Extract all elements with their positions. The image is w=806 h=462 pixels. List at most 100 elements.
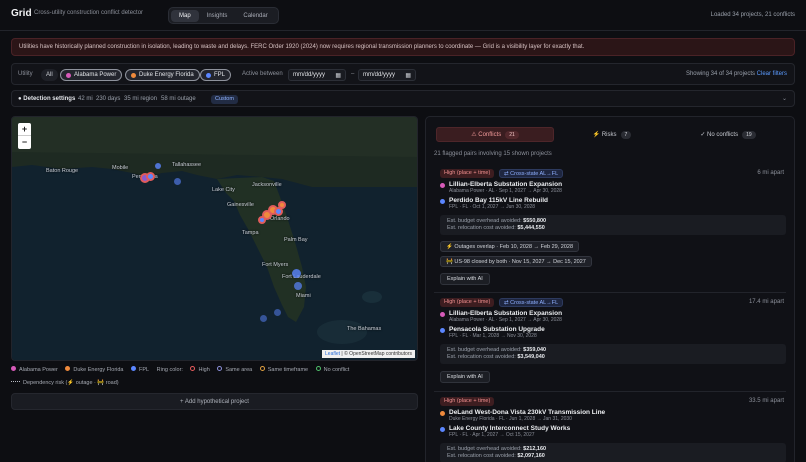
fpl-legend-icon — [131, 366, 137, 371]
dotted-line-icon — [11, 381, 20, 382]
card-divider — [434, 391, 786, 392]
severity-badge: High (place + time) — [440, 298, 495, 307]
app-header: Grid Cross-utility construction conflict… — [0, 0, 806, 31]
alabama-power-legend-icon — [11, 366, 16, 371]
outage-overlap-pill: ⚡ Outages overlap · Feb 10, 2028 → Feb 2… — [440, 241, 580, 252]
detection-settings-bar[interactable]: ● Detection settings 42 mi 230 days 35 m… — [11, 90, 795, 107]
fpl-dot-icon — [440, 199, 445, 204]
panel-tabs: ⚠ Conflicts 21 ⚡ Risks 7 ✓ No conflicts 19 — [436, 127, 786, 142]
distance-apart: 17.4 mi apart — [748, 299, 784, 305]
detection-distance: 42 mi — [78, 96, 93, 102]
filter-chip-fpl[interactable]: FPL — [200, 69, 232, 81]
conflict-card[interactable]: High (place + time) ⇄ Cross-state AL→FL … — [434, 167, 786, 287]
map-marker[interactable] — [258, 216, 266, 224]
fpl-dot-icon — [440, 328, 445, 333]
project-meta: FPL · FL · Apr 1, 2027 → Oct 15, 2027 — [449, 432, 535, 438]
card-divider — [434, 292, 786, 293]
fpl-dot-icon — [440, 427, 445, 432]
project-meta: Duke Energy Florida · FL · Jun 1, 2028 →… — [449, 416, 572, 422]
zoom-control: + − — [18, 123, 31, 149]
filter-chip-duke-energy[interactable]: Duke Energy Florida — [125, 69, 200, 81]
map-label: The Bahamas — [347, 326, 382, 332]
settings-dot-icon: ● — [18, 96, 22, 102]
add-hypothetical-project-button[interactable]: + Add hypothetical project — [11, 393, 418, 410]
no-conflicts-count-badge: 19 — [742, 130, 756, 139]
detection-outage: 58 mi outage — [161, 96, 196, 102]
detection-mode-badge: Custom — [211, 95, 238, 104]
filter-all-chip[interactable]: All — [41, 69, 58, 81]
explain-with-ai-button[interactable]: Explain with AI — [440, 371, 490, 383]
zoom-in-button[interactable]: + — [18, 123, 31, 136]
map-label: Jacksonville — [252, 182, 282, 188]
map-marker[interactable] — [274, 309, 281, 316]
ring-no-conflict-icon — [315, 366, 321, 371]
severity-badge: High (place + time) — [440, 397, 495, 406]
map-marker[interactable] — [174, 178, 181, 185]
tab-no-conflicts[interactable]: ✓ No conflicts 19 — [670, 127, 786, 142]
tab-conflicts[interactable]: ⚠ Conflicts 21 — [436, 127, 554, 142]
detection-region: 35 mi region — [124, 96, 158, 102]
info-banner: Utilities have historically planned cons… — [11, 38, 795, 56]
utility-filter-label: Utility — [18, 71, 33, 77]
leaflet-link[interactable]: Leaflet — [325, 351, 340, 357]
map-label: Miami — [296, 293, 311, 299]
alabama-power-dot-icon — [440, 312, 445, 317]
conflicts-panel: ⚠ Conflicts 21 ⚡ Risks 7 ✓ No conflicts 19 … — [425, 116, 795, 462]
project-name: Perdido Bay 115kV Line Rebuild — [449, 197, 548, 204]
map-marker[interactable] — [278, 201, 286, 209]
project-meta: FPL · FL · Oct 1, 2027 → Jun 30, 2028 — [449, 204, 536, 210]
alabama-power-dot-icon — [440, 183, 445, 188]
cost-savings-box: Est. budget overhead avoided: $550,800 E… — [440, 215, 786, 235]
cross-state-badge: ⇄ Cross-state AL→FL — [499, 169, 564, 178]
project-name: Lillian-Elberta Substation Expansion — [449, 181, 563, 188]
date-separator: – — [351, 71, 355, 77]
map-label: Tampa — [242, 230, 259, 236]
project-meta: Alabama Power · AL · Sep 1, 2027 → Apr 3… — [449, 188, 562, 194]
explain-with-ai-button[interactable]: Explain with AI — [440, 273, 490, 285]
map-label: Fort Lauderdale — [282, 274, 321, 280]
map-marker[interactable] — [155, 163, 161, 169]
road-closure-pill: 🚧 US-98 closed by both · Nov 15, 2027 → … — [440, 256, 592, 267]
date-to-input[interactable]: mm/dd/yyyy ▦ — [358, 69, 416, 81]
project-name: DeLand West-Dona Vista 230kV Transmissio… — [449, 409, 606, 416]
map-label: Baton Rouge — [46, 168, 79, 174]
date-from-input[interactable]: mm/dd/yyyy ▦ — [288, 69, 346, 81]
map-legend: Alabama Power Duke Energy Florida FPL Ri… — [11, 366, 355, 373]
duke-energy-legend-icon — [65, 366, 71, 371]
project-name: Lillian-Elberta Substation Expansion — [449, 310, 563, 317]
zoom-out-button[interactable]: − — [18, 136, 31, 149]
tab-calendar[interactable]: Calendar — [235, 10, 275, 22]
map-marker[interactable] — [294, 282, 302, 290]
map-attribution: Leaflet | © OpenStreetMap contributors — [322, 350, 415, 358]
map-marker[interactable] — [146, 172, 155, 181]
showing-count: Showing 34 of 34 projects Clear filters — [685, 71, 787, 77]
load-status: Loaded 34 projects, 21 conflicts — [710, 12, 795, 18]
ring-same-timeframe-icon — [259, 366, 265, 371]
app-subtitle: Cross-utility construction conflict dete… — [34, 10, 144, 16]
severity-badge: High (place + time) — [440, 169, 495, 178]
clear-filters-link[interactable]: Clear filters — [757, 71, 787, 77]
pairs-summary: 21 flagged pairs involving 15 shown proj… — [434, 151, 552, 157]
map-label: Fort Myers — [262, 262, 289, 268]
ring-color-label: Ring color: — [156, 366, 183, 373]
map-label: Gainesville — [227, 202, 254, 208]
conflict-card[interactable]: High (place + time) 33.5 mi apart DeLand… — [434, 396, 786, 462]
filter-chip-alabama-power[interactable]: Alabama Power — [60, 69, 123, 81]
conflict-card[interactable]: High (place + time) ⇄ Cross-state AL→FL … — [434, 297, 786, 387]
chevron-down-icon[interactable]: ⌄ — [782, 95, 787, 102]
map-label: Orlando — [270, 216, 290, 222]
duke-energy-dot-icon — [440, 411, 445, 416]
map-marker[interactable] — [260, 315, 267, 322]
tab-map[interactable]: Map — [171, 9, 199, 22]
active-between-label: Active between — [242, 71, 283, 77]
tab-risks[interactable]: ⚡ Risks 7 — [554, 127, 670, 142]
map-marker[interactable] — [292, 269, 301, 278]
calendar-icon: ▦ — [405, 72, 411, 79]
main-nav: Map Insights Calendar — [168, 7, 279, 24]
ring-high-icon — [190, 366, 196, 371]
project-map[interactable]: + − Baton Rouge Tallahassee Jacksonville… — [11, 116, 418, 361]
tab-insights[interactable]: Insights — [199, 10, 236, 22]
budget-overhead: Est. budget overhead avoided: $212,160 — [447, 446, 547, 452]
map-basemap — [12, 117, 417, 360]
project-name: Pensacola Substation Upgrade — [449, 326, 545, 333]
